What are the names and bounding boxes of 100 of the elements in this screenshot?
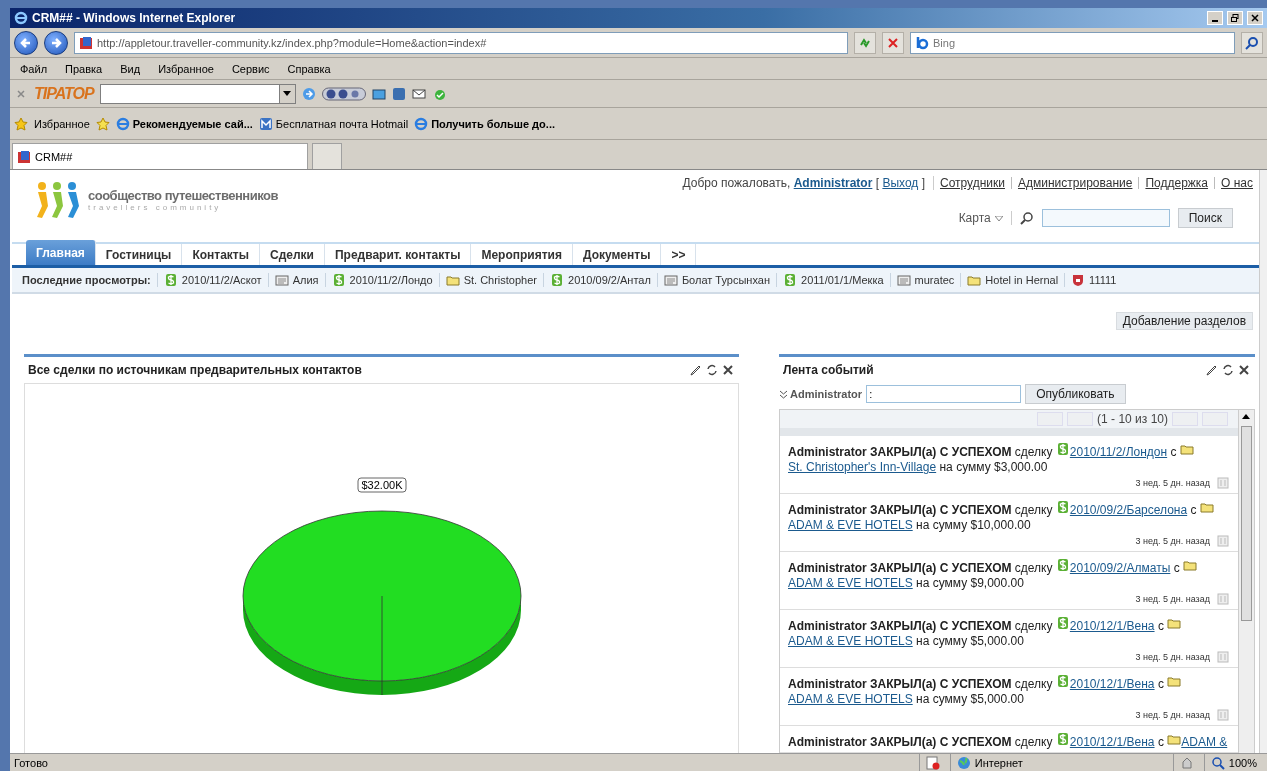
menu-item[interactable]: Правка: [59, 62, 109, 75]
logout-link[interactable]: Выход: [882, 176, 919, 190]
publish-button[interactable]: Опубликовать: [1025, 384, 1126, 404]
recent-item[interactable]: Болат Турсынхан: [656, 273, 776, 287]
tv-icon[interactable]: [371, 86, 386, 101]
favorite-link[interactable]: Получить больше до...: [414, 116, 555, 131]
account-link[interactable]: ADAM &: [1181, 735, 1228, 749]
dollar-icon: [1055, 616, 1070, 630]
recent-item[interactable]: 2010/11/2/Лондо: [324, 273, 439, 287]
recent-item[interactable]: 2010/09/2/Антал: [543, 273, 657, 287]
nav-tab[interactable]: Сделки: [259, 244, 325, 265]
recent-item[interactable]: 11111: [1064, 273, 1123, 287]
logo-subtitle: travellers community: [88, 203, 223, 212]
card-icon: [896, 273, 911, 287]
search-icon[interactable]: [1019, 211, 1034, 225]
security-icon[interactable]: [1179, 755, 1194, 770]
nav-tab[interactable]: Гостиницы: [95, 244, 183, 265]
recent-item[interactable]: muratec: [889, 273, 961, 287]
media-controls-icon[interactable]: [321, 86, 366, 101]
left-arrow-icon: [20, 36, 32, 49]
event-text: Administrator ЗАКРЫЛ(а) С УСПЕХОМ сделку 2010/09/2/Барселона с ADAM & EVE HOTELS на сумму $10,000.00: [788, 500, 1230, 533]
minimize-button[interactable]: [1207, 11, 1223, 25]
mail-icon[interactable]: [411, 86, 426, 101]
back-button[interactable]: [14, 30, 38, 55]
dollar-icon: [163, 273, 178, 287]
edit-icon[interactable]: [1205, 363, 1219, 377]
search-button[interactable]: Поиск: [1177, 208, 1233, 228]
search-field[interactable]: Bing: [910, 31, 1235, 54]
stop-button[interactable]: [882, 31, 904, 54]
menu-item[interactable]: Избранное: [152, 62, 220, 75]
account-link[interactable]: St. Christopher's Inn-Village: [788, 460, 937, 474]
top-link[interactable]: Администрирование: [1018, 176, 1133, 190]
toolbar-combo-field[interactable]: [99, 83, 296, 104]
event-time: 3 нед. 5 дн. назад: [1135, 536, 1210, 546]
deal-link[interactable]: 2010/09/2/Алматы: [1069, 561, 1171, 575]
menu-item[interactable]: Сервис: [225, 62, 276, 75]
dollar-icon: [1055, 500, 1070, 514]
folder-icon: [1199, 500, 1214, 514]
nav-tab[interactable]: >>: [661, 244, 697, 265]
forward-button[interactable]: [44, 30, 68, 55]
recent-item[interactable]: St. Christopher: [438, 273, 543, 287]
map-menu[interactable]: Карта: [958, 211, 1012, 225]
restore-button[interactable]: [1227, 11, 1243, 25]
page-scrollbar[interactable]: [1259, 170, 1267, 753]
deal-link[interactable]: 2010/12/1/Вена: [1069, 677, 1155, 691]
edit-icon[interactable]: [689, 363, 703, 377]
top-link[interactable]: О нас: [1221, 176, 1253, 190]
nav-tab[interactable]: Мероприятия: [471, 244, 573, 265]
scrollbar[interactable]: [1238, 410, 1254, 753]
refresh-button[interactable]: [854, 31, 876, 54]
top-link[interactable]: Поддержка: [1145, 176, 1209, 190]
restore-icon: [1231, 14, 1239, 22]
folder-icon: [1167, 674, 1182, 688]
close-icon[interactable]: [1237, 363, 1251, 377]
zoom-level[interactable]: 100%: [1228, 756, 1257, 769]
add-favorite-icon[interactable]: [95, 116, 110, 131]
folder-icon: [1183, 558, 1198, 572]
recent-item[interactable]: 2011/01/1/Мекка: [776, 273, 890, 287]
folder-icon: [445, 273, 460, 287]
close-button[interactable]: [1247, 11, 1263, 25]
nav-tab[interactable]: Контакты: [182, 244, 260, 265]
refresh-icon[interactable]: [1221, 363, 1235, 377]
deal-link[interactable]: 2010/12/1/Вена: [1069, 619, 1155, 633]
menu-item[interactable]: Вид: [114, 62, 147, 75]
top-link[interactable]: Сотрудники: [940, 176, 1005, 190]
new-tab-button[interactable]: [312, 143, 342, 169]
browser-tab[interactable]: CRM##: [12, 143, 308, 169]
nav-tab[interactable]: Предварит. контакты: [324, 244, 472, 265]
deal-link[interactable]: 2010/09/2/Барселона: [1069, 503, 1188, 517]
account-link[interactable]: ADAM & EVE HOTELS: [788, 576, 913, 590]
event-text: Administrator ЗАКРЫЛ(а) С УСПЕХОМ сделку 2010/09/2/Алматы с ADAM & EVE HOTELS на сумму $9,000.00: [788, 558, 1230, 591]
add-sections-button[interactable]: Добавление разделов: [1115, 312, 1253, 330]
deal-link[interactable]: 2010/12/1/Вена: [1069, 735, 1155, 749]
recent-item[interactable]: 2010/11/2/Аскот: [156, 273, 268, 287]
go-icon[interactable]: [301, 86, 316, 101]
recent-item[interactable]: Hotel in Hernal: [960, 273, 1065, 287]
close-icon[interactable]: [721, 363, 735, 377]
menu-item[interactable]: Файл: [14, 62, 54, 75]
recent-item[interactable]: Алия: [267, 273, 325, 287]
favorite-link[interactable]: Бесплатная почта Hotmail: [258, 116, 409, 131]
site-search-field[interactable]: [1041, 209, 1170, 227]
window-title: CRM## - Windows Internet Explorer: [32, 11, 237, 25]
deal-link[interactable]: 2010/11/2/Лондон: [1069, 445, 1168, 459]
account-link[interactable]: ADAM & EVE HOTELS: [788, 518, 913, 532]
refresh-icon[interactable]: [705, 363, 719, 377]
post-field[interactable]: :: [866, 385, 1022, 403]
event-text: Administrator ЗАКРЫЛ(а) С УСПЕХОМ сделку 2010/11/2/Лондон с St. Christopher's Inn-Village на сумму $3,000.00: [788, 442, 1230, 475]
favorite-link[interactable]: Рекомендуемые сай...: [115, 116, 253, 131]
account-link[interactable]: ADAM & EVE HOTELS: [788, 692, 913, 706]
recent-label: Последние просмотры:: [22, 274, 152, 286]
menu-item[interactable]: Справка: [281, 62, 337, 75]
favorites-button[interactable]: Избранное: [34, 117, 90, 130]
account-link[interactable]: ADAM & EVE HOTELS: [788, 634, 913, 648]
nav-tab[interactable]: Документы: [572, 244, 662, 265]
search-button[interactable]: [1241, 31, 1263, 54]
feed-user-toggle[interactable]: Administrator: [779, 388, 863, 400]
user-link[interactable]: Administrator: [793, 176, 873, 190]
address-field[interactable]: http://appletour.traveller-community.kz/index.php?module=Home&action=index#: [74, 31, 848, 54]
event-text: Administrator ЗАКРЫЛ(а) С УСПЕХОМ сделку 2010/12/1/Вена с ADAM &: [788, 732, 1230, 750]
star-icon[interactable]: [14, 116, 28, 131]
